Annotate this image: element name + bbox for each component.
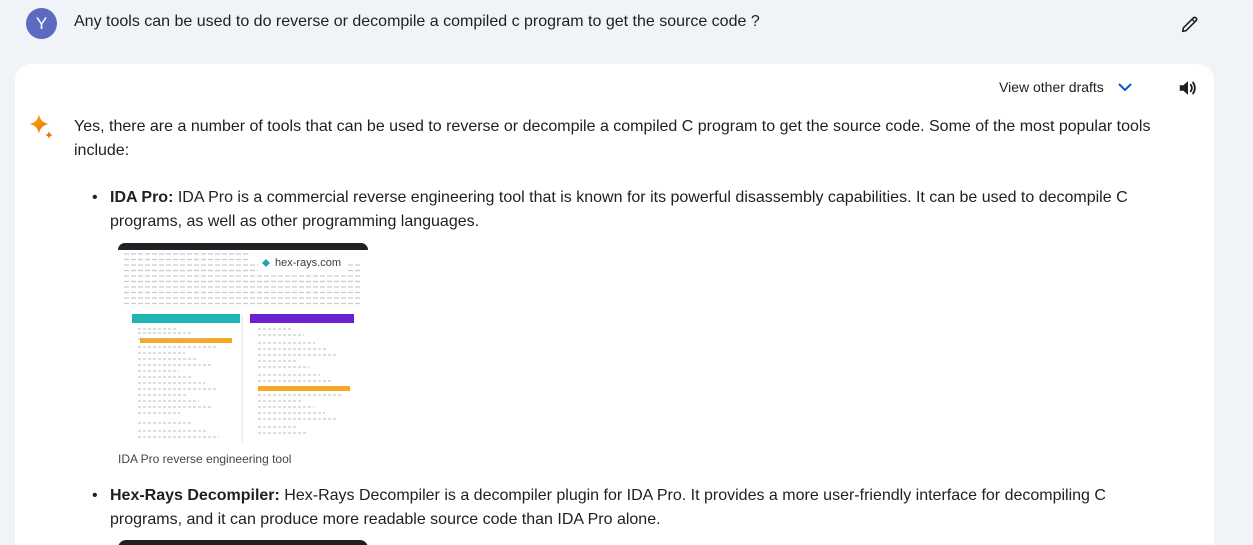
read-aloud-button[interactable] <box>1175 75 1201 101</box>
hex-rays-image[interactable] <box>118 540 368 545</box>
image-source-label: hex-rays.com <box>275 257 342 269</box>
drafts-label: View other drafts <box>999 79 1104 95</box>
pencil-icon <box>1181 16 1198 33</box>
image-caption: IDA Pro reverse engineering tool <box>118 452 292 466</box>
ida-screenshot-graphic <box>124 253 360 443</box>
response-card: View other drafts Yes, there are a numbe… <box>15 64 1214 545</box>
sparkle-icon <box>27 112 55 140</box>
image-source-badge[interactable]: hex-rays.com <box>258 254 348 272</box>
chevron-down-icon <box>1116 78 1134 96</box>
edit-prompt-button[interactable] <box>1176 10 1204 38</box>
list-item: IDA Pro: IDA Pro is a commercial reverse… <box>92 186 1170 234</box>
item-title: IDA Pro: <box>110 189 174 206</box>
view-other-drafts-button[interactable]: View other drafts <box>999 78 1134 96</box>
item-title: Hex-Rays Decompiler: <box>110 487 280 504</box>
hex-rays-logo-icon <box>262 259 270 267</box>
speaker-icon <box>1179 81 1196 95</box>
user-prompt-text: Any tools can be used to do reverse or d… <box>74 13 760 30</box>
item-text: IDA Pro is a commercial reverse engineer… <box>110 189 1128 230</box>
user-prompt-row: Y Any tools can be used to do reverse or… <box>0 0 1253 50</box>
image-top-bar <box>118 243 368 250</box>
response-intro: Yes, there are a number of tools that ca… <box>74 118 1151 159</box>
ida-pro-image[interactable]: hex-rays.com <box>118 243 368 445</box>
list-item: Hex-Rays Decompiler: Hex-Rays Decompiler… <box>92 484 1170 532</box>
user-avatar[interactable]: Y <box>26 8 57 39</box>
